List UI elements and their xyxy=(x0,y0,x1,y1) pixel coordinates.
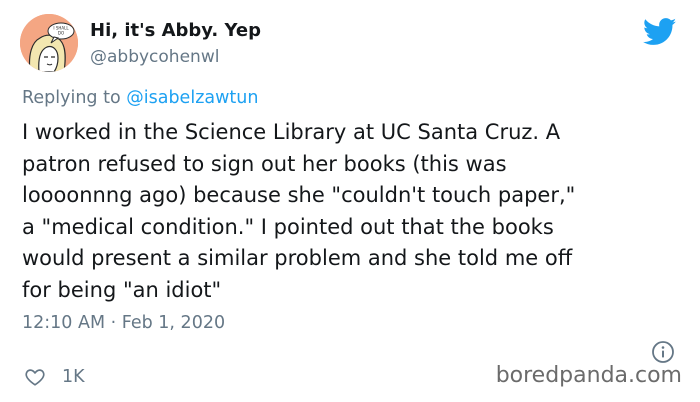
heart-icon xyxy=(25,369,45,386)
tweet-text: I worked in the Science Library at UC Sa… xyxy=(22,117,687,306)
tweet-text-line: patron refused to sign out her books (th… xyxy=(22,151,507,176)
tweet-text-line: a "medical condition." I pointed out tha… xyxy=(22,214,554,239)
tweet-text-line: loooonnng ago) because she "couldn't tou… xyxy=(22,183,576,207)
reply-prefix: Replying to xyxy=(22,88,121,108)
user-handle[interactable]: @abbycohenwl xyxy=(90,47,219,67)
tweet-text-line: for being "an idiot" xyxy=(22,277,222,302)
tweet-text-line: would present a similar problem and she … xyxy=(22,246,573,270)
like-button[interactable]: 1K xyxy=(24,365,85,389)
info-icon[interactable] xyxy=(651,340,675,364)
svg-text:DO: DO xyxy=(58,31,64,36)
tweet-text-line: I worked in the Science Library at UC Sa… xyxy=(22,120,561,144)
like-count: 1K xyxy=(62,367,85,387)
display-name[interactable]: Hi, it's Abby. Yep xyxy=(90,20,261,41)
reply-mention-link[interactable]: @isabelzawtun xyxy=(126,88,258,108)
avatar-illustration: I SHALL DO xyxy=(20,14,78,72)
tweet-timestamp[interactable]: 12:10 AM · Feb 1, 2020 xyxy=(22,313,225,333)
avatar[interactable]: I SHALL DO xyxy=(20,14,78,72)
reply-context: Replying to @isabelzawtun xyxy=(22,88,258,108)
twitter-bird-icon[interactable] xyxy=(643,18,677,46)
watermark: boredpanda.com xyxy=(495,363,682,388)
